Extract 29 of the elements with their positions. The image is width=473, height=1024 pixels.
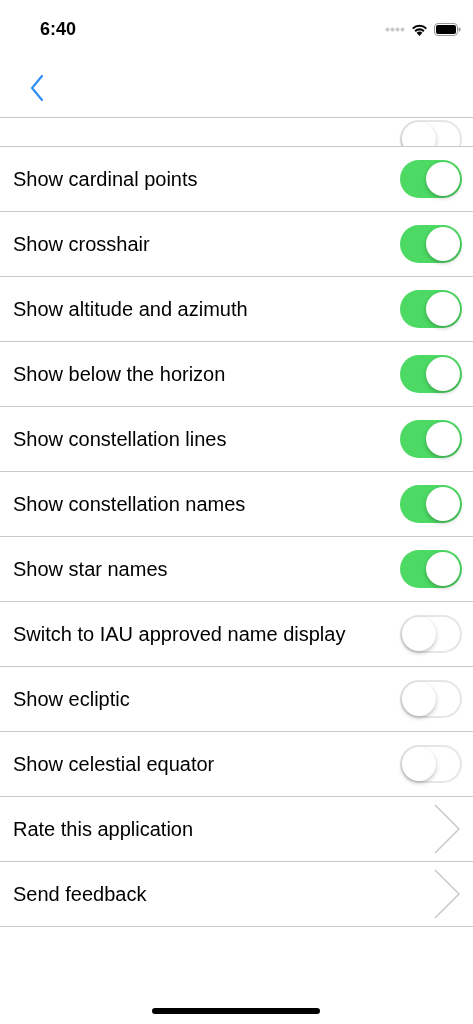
setting-label: Switch to IAU approved name display bbox=[13, 622, 346, 646]
toggle-switch[interactable] bbox=[400, 550, 462, 588]
setting-label: Show below the horizon bbox=[13, 362, 226, 386]
setting-label: Show constellation names bbox=[13, 492, 246, 516]
wifi-icon bbox=[411, 22, 428, 36]
setting-label: Show crosshair bbox=[13, 232, 150, 256]
back-chevron-icon bbox=[30, 73, 44, 102]
toggle-switch[interactable] bbox=[400, 485, 462, 523]
chevron-icon[interactable] bbox=[434, 869, 460, 919]
setting-label: Rate this application bbox=[13, 817, 194, 841]
setting-label: Show celestial equator bbox=[13, 752, 215, 776]
setting-label: Send feedback bbox=[13, 882, 147, 906]
toggle-switch[interactable] bbox=[400, 615, 462, 653]
setting-label: Show altitude and azimuth bbox=[13, 297, 248, 321]
toggle-switch[interactable] bbox=[400, 225, 462, 263]
toggle-switch[interactable] bbox=[400, 745, 462, 783]
setting-label: Show star names bbox=[13, 557, 168, 581]
signal-icon bbox=[385, 26, 405, 32]
toggle-switch[interactable] bbox=[400, 355, 462, 393]
setting-label: Show ecliptic bbox=[13, 687, 130, 711]
status-time: 6:40 bbox=[40, 18, 77, 40]
toggle-switch[interactable] bbox=[400, 160, 462, 198]
setting-label: Show constellation lines bbox=[13, 427, 227, 451]
chevron-icon[interactable] bbox=[434, 804, 460, 854]
toggle-switch[interactable] bbox=[400, 680, 462, 718]
battery-icon bbox=[434, 22, 461, 36]
toggle-switch[interactable] bbox=[400, 290, 462, 328]
toggle-switch[interactable] bbox=[400, 420, 462, 458]
setting-label: Show cardinal points bbox=[13, 167, 198, 191]
